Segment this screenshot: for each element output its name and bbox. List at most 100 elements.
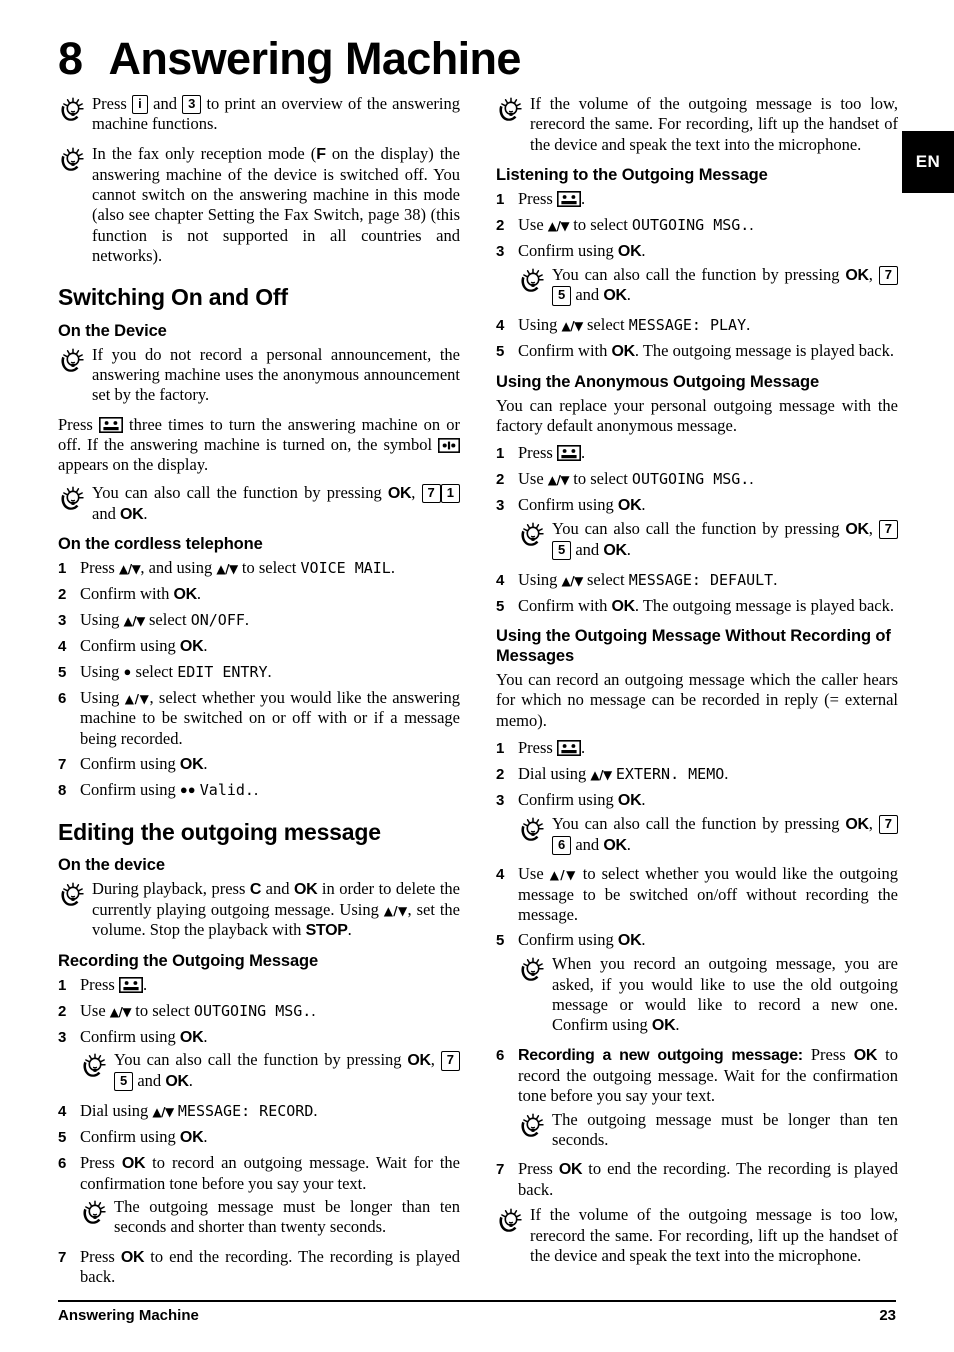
lightbulb-tip-icon <box>58 484 88 514</box>
display-text: VOICE MAIL <box>300 559 391 578</box>
answering-machine-key-icon[interactable] <box>98 416 123 433</box>
numbered-step: 3 Confirm using OK. You can also call the … <box>496 495 898 564</box>
answering-machine-display-symbol-icon <box>438 438 460 454</box>
numbered-step: 7 Confirm using OK. <box>58 754 460 775</box>
numbered-step: 2 Use ▲/▼ to select OUTGOING MSG.. <box>496 215 898 236</box>
lightbulb-tip-icon <box>518 520 548 550</box>
numeric-key[interactable]: 5 <box>552 286 572 306</box>
step-text: Use ▲/▼ to select OUTGOING MSG.. <box>80 1000 316 1020</box>
ok-button-label: OK <box>173 586 198 604</box>
step-text: Press . <box>518 443 586 463</box>
tip-note: If the volume of the outgoing message is… <box>496 94 898 155</box>
numeric-key[interactable]: 7 <box>440 1051 460 1071</box>
step-number: 1 <box>58 976 67 994</box>
display-text: MESSAGE: DEFAULT <box>628 570 774 589</box>
language-tab: EN <box>902 131 954 193</box>
tip-note: Press i and 3 to print an overview of th… <box>58 94 460 135</box>
tip-note: The outgoing message must be longer than… <box>518 1110 898 1151</box>
numbered-step: 5 Confirm using OK. <box>58 1127 460 1148</box>
tip-note: You can also call the function by pressi… <box>58 483 461 525</box>
step-text: Using ▲/▼, select whether you would like… <box>80 687 461 748</box>
stop-button-label: STOP <box>305 922 348 940</box>
answering-machine-key-icon[interactable] <box>556 445 581 462</box>
numeric-key[interactable]: 7 <box>878 265 898 285</box>
numbered-step: 1 Press . <box>58 975 460 996</box>
subsection-heading-listening-to-the-outgoing-message: Listening to the Outgoing Message <box>496 166 768 185</box>
info-key[interactable]: i <box>131 95 148 115</box>
tip-note-text: If the volume of the outgoing message is… <box>530 1205 898 1266</box>
numeric-key[interactable]: 7 <box>878 814 898 835</box>
numeric-key[interactable]: 5 <box>114 1072 134 1092</box>
paragraph-press-three-times: Press three times to turn the answering … <box>58 414 460 475</box>
step-text: Using ▲/▼ select ON/OFF. <box>80 610 250 630</box>
ok-button-label: OK <box>617 242 642 260</box>
step-text: Press . <box>518 738 586 758</box>
numbered-step: 3 Confirm using OK. You can also call the … <box>496 790 898 859</box>
section-heading-editing-the-outgoing-message: Editing the outgoing message <box>58 818 381 845</box>
tip-note: If the volume of the outgoing message is… <box>496 1205 898 1266</box>
step-text: Use ▲/▼ to select whether you would like… <box>518 864 898 925</box>
tip-note-text: You can also call the function by pressi… <box>552 519 898 561</box>
lightbulb-tip-icon <box>58 95 88 125</box>
tip-note-text: The outgoing message must be longer than… <box>552 1109 898 1149</box>
step-text: Press . <box>518 188 586 208</box>
step-number: 3 <box>496 497 505 515</box>
section-heading-switching-on-and-off: Switching On and Off <box>58 284 288 311</box>
ok-button-label: OK <box>294 881 318 899</box>
step-text: Confirm using OK. <box>80 753 208 773</box>
lightbulb-tip-icon <box>58 346 88 376</box>
left-column: Press i and 3 to print an overview of th… <box>58 94 461 1293</box>
step-text: Confirm using OK. When you record an outg… <box>518 930 898 1036</box>
step-text: Press OK to end the recording. The recor… <box>80 1246 460 1287</box>
numbered-step: 2 Use ▲/▼ to select OUTGOING MSG.. <box>496 469 898 490</box>
tip-note: When you record an outgoing message, you… <box>518 954 898 1036</box>
ok-button-label: OK <box>179 637 204 655</box>
ok-button-label: OK <box>179 1128 204 1146</box>
display-text: Valid. <box>199 780 254 799</box>
numeric-key[interactable]: 7 <box>421 483 441 504</box>
step-number: 5 <box>58 663 67 681</box>
bullet-icon: ● <box>123 663 132 679</box>
step-number: 7 <box>58 755 67 773</box>
step-number: 5 <box>496 342 505 360</box>
numeric-key[interactable]: 6 <box>552 835 572 855</box>
step-text: Confirm using ●● Valid.. <box>80 779 259 799</box>
step-number: 3 <box>58 1028 67 1046</box>
lightbulb-tip-icon <box>58 880 88 910</box>
answering-machine-key-icon[interactable] <box>556 190 581 207</box>
ok-button-label: OK <box>853 1047 878 1065</box>
ok-button-label: OK <box>845 815 869 833</box>
numeric-key[interactable]: 3 <box>182 95 202 115</box>
step-text: Press OK to end the recording. The recor… <box>518 1159 898 1200</box>
ok-button-label: OK <box>845 521 869 539</box>
lightbulb-tip-icon <box>496 95 526 125</box>
chapter-number: 8 <box>58 33 83 84</box>
up-down-arrow-icon: ▲/▼ <box>547 473 570 488</box>
up-down-arrow-icon: ▲/▼ <box>124 691 150 706</box>
numeric-key[interactable]: 5 <box>552 540 572 561</box>
numeric-key[interactable]: 1 <box>440 483 461 504</box>
ok-button-label: OK <box>617 932 642 950</box>
numbered-step: 8 Confirm using ●● Valid.. <box>58 780 460 801</box>
numbered-step: 4 Using ▲/▼ select MESSAGE: PLAY. <box>496 315 898 336</box>
lightbulb-tip-icon <box>518 266 548 296</box>
steps-cordless-telephone: 1 Press ▲/▼, and using ▲/▼ to select VOIC… <box>58 558 460 801</box>
step-number: 5 <box>496 597 505 615</box>
answering-machine-key-icon[interactable] <box>556 740 581 757</box>
step-number: 4 <box>496 317 505 335</box>
answering-machine-key-icon[interactable] <box>118 976 143 993</box>
step-number: 4 <box>58 637 67 655</box>
subsection-heading-on-the-device: On the Device <box>58 321 167 340</box>
step-text: Confirm using OK. <box>80 635 208 655</box>
steps-recording-outgoing-message: 1 Press . 2 Use ▲/▼ to select OUTGOING MSG.… <box>58 975 460 1288</box>
step-number: 2 <box>496 471 505 489</box>
step-text: Using ● select EDIT ENTRY. <box>80 661 272 681</box>
step-number: 3 <box>58 612 67 630</box>
step-number: 1 <box>496 190 505 208</box>
chapter-title-text: Answering Machine <box>108 33 521 84</box>
numeric-key[interactable]: 7 <box>878 520 898 540</box>
up-down-arrow-icon: ▲/▼ <box>152 1104 174 1119</box>
display-text: OUTGOING MSG. <box>193 1001 312 1020</box>
tip-note: During playback, press C and OK in order… <box>58 879 460 941</box>
lightbulb-tip-icon <box>80 1051 110 1081</box>
